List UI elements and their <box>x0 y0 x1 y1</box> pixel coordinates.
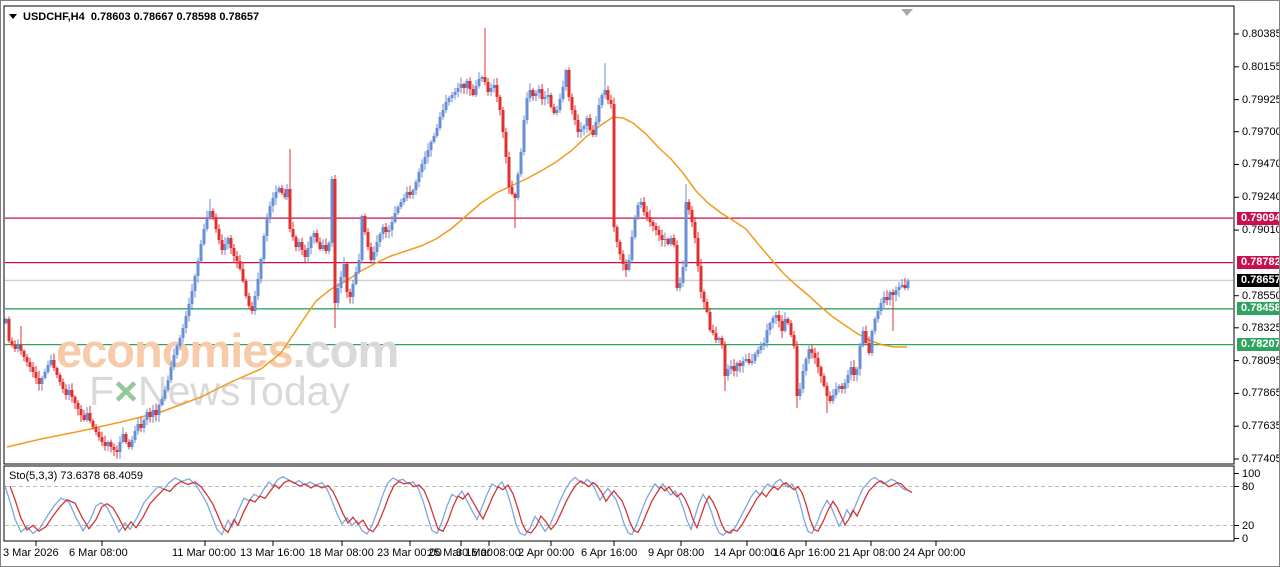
chart-title: USDCHF,H4 0.78603 0.78667 0.78598 0.7865… <box>9 11 259 23</box>
time-tick-label: 18 Mar 08:00 <box>309 547 374 559</box>
price-badge-0.78207: 0.78207 <box>1237 338 1280 351</box>
watermark-line2: F×NewsToday <box>89 368 350 414</box>
price-badge-0.78458: 0.78458 <box>1237 302 1280 315</box>
ohlc-values: 0.78603 0.78667 0.78598 0.78657 <box>91 11 259 23</box>
sto-tick-label: 80 <box>1242 481 1254 493</box>
indicator-label: Sto(5,3,3) 73.6378 68.4059 <box>9 470 143 482</box>
sto-tick-label: 100 <box>1242 468 1260 480</box>
price-tick-label: 0.78325 <box>1242 322 1280 334</box>
chart-shift-marker[interactable] <box>901 9 913 16</box>
time-tick-label: 3 Mar 2026 <box>3 547 59 559</box>
chart-canvas: economies.comF×NewsToday <box>1 1 1280 567</box>
price-badge-0.78657: 0.78657 <box>1237 274 1280 287</box>
time-tick-label: 6 Mar 08:00 <box>69 547 128 559</box>
time-tick-label: 24 Apr 00:00 <box>903 547 965 559</box>
price-tick-label: 0.78550 <box>1242 290 1280 302</box>
price-tick-label: 0.77635 <box>1242 420 1280 432</box>
price-tick-label: 0.79470 <box>1242 158 1280 170</box>
price-tick-label: 0.79925 <box>1242 94 1280 106</box>
price-tick-label: 0.77865 <box>1242 387 1280 399</box>
time-tick-label: 9 Apr 08:00 <box>648 547 704 559</box>
ohlc-toggle-icon[interactable] <box>9 14 17 19</box>
time-tick-label: 30 Mar 08:00 <box>456 547 521 559</box>
sto-plot-frame <box>4 466 1234 541</box>
price-tick-label: 0.79010 <box>1242 224 1280 236</box>
time-tick-label: 2 Apr 00:00 <box>518 547 574 559</box>
price-badge-0.78782: 0.78782 <box>1237 256 1280 269</box>
price-tick-label: 0.79240 <box>1242 191 1280 203</box>
time-tick-label: 16 Apr 16:00 <box>773 547 835 559</box>
sto-k-line[interactable] <box>4 477 906 536</box>
time-tick-label: 14 Apr 00:00 <box>714 547 776 559</box>
symbol-timeframe: USDCHF,H4 <box>23 11 85 23</box>
price-tick-label: 0.79700 <box>1242 126 1280 138</box>
price-badge-0.79094: 0.79094 <box>1237 212 1280 225</box>
price-tick-label: 0.80155 <box>1242 61 1280 73</box>
sto-tick-label: 0 <box>1242 533 1248 545</box>
time-tick-label: 11 Mar 00:00 <box>172 547 236 559</box>
time-tick-label: 21 Apr 08:00 <box>838 547 900 559</box>
trading-chart-window: economies.comF×NewsToday USDCHF,H4 0.786… <box>0 0 1280 567</box>
price-tick-label: 0.80385 <box>1242 28 1280 40</box>
sto-tick-label: 20 <box>1242 520 1254 532</box>
price-tick-label: 0.77405 <box>1242 453 1280 465</box>
price-tick-label: 0.78095 <box>1242 355 1280 367</box>
time-tick-label: 6 Apr 16:00 <box>581 547 637 559</box>
time-tick-label: 13 Mar 16:00 <box>240 547 305 559</box>
